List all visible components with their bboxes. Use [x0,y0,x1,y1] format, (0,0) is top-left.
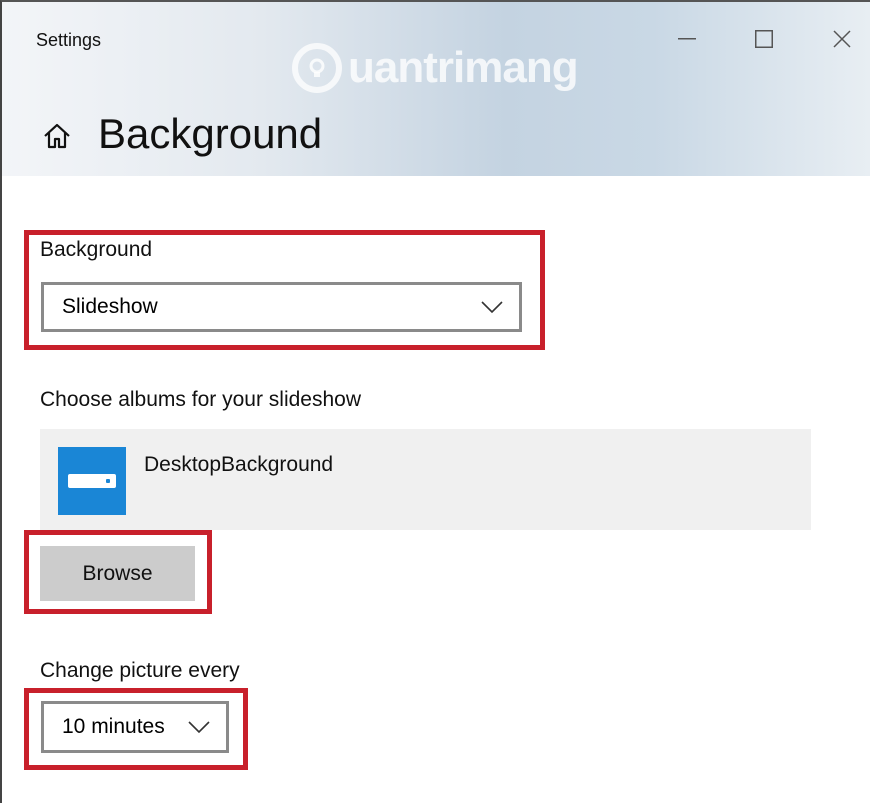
settings-window: Settings uantrimang Background Backgroun… [0,0,870,803]
folder-drive-icon [58,447,126,515]
title-bar: Settings uantrimang Background [2,2,870,176]
interval-label: Change picture every [40,659,240,682]
close-icon [833,30,851,48]
maximize-button[interactable] [744,24,784,54]
albums-label: Choose albums for your slideshow [40,388,361,411]
close-button[interactable] [822,24,862,54]
highlight-interval-dropdown [24,688,248,770]
app-title: Settings [36,30,102,50]
page-title: Background [98,110,323,157]
watermark-text: uantrimang [348,43,579,92]
minimize-button[interactable] [667,24,707,54]
highlight-browse-button [24,530,212,614]
watermark: uantrimang [292,38,579,98]
maximize-icon [755,30,773,48]
album-item[interactable]: DesktopBackground [40,429,811,530]
minimize-icon [678,38,696,40]
watermark-logo-icon [292,43,342,93]
drive-glyph [68,474,116,488]
page-heading: Background [42,110,322,158]
album-name: DesktopBackground [144,453,334,476]
home-icon[interactable] [42,121,72,151]
highlight-background-dropdown [24,230,545,350]
